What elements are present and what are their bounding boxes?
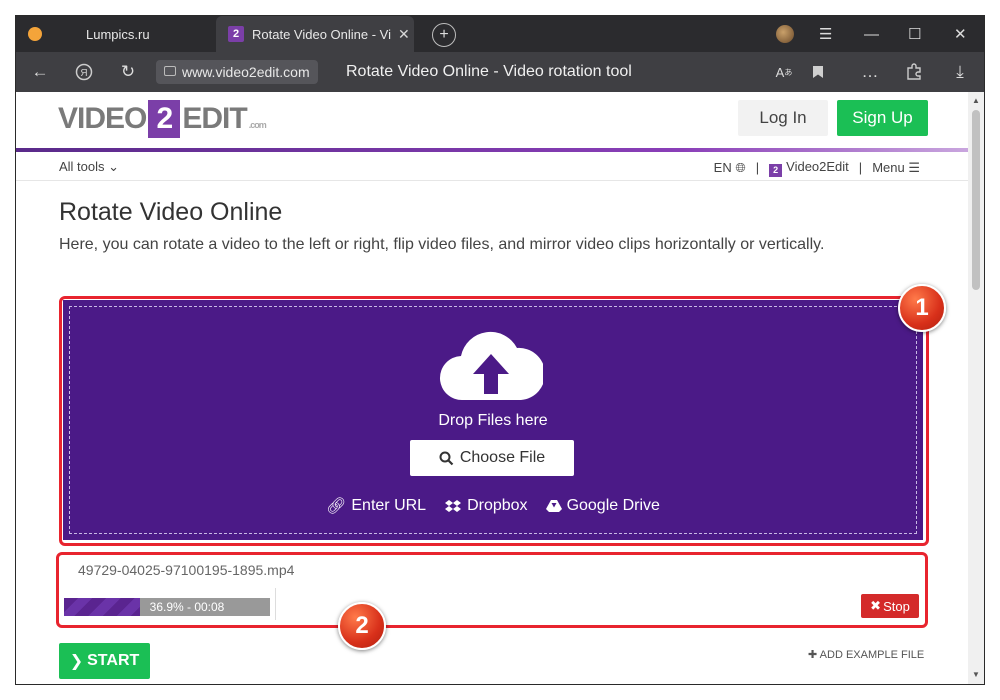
login-button[interactable]: Log In [738,100,828,136]
download-icon[interactable]: ⤓ [948,52,972,92]
cloud-upload-icon [440,331,543,401]
enter-url-link[interactable]: 🔗︎ Enter URL [326,496,426,516]
tab-label: Lumpics.ru [86,26,150,42]
more-icon[interactable]: … [858,52,882,92]
dropbox-link[interactable]: Dropbox [444,496,528,516]
page-scrollbar[interactable]: ▲ ▼ [968,92,984,684]
globe-icon: 🌐︎ [735,159,746,175]
video2edit-icon: 2 [769,163,783,177]
start-button[interactable]: ❯ START [59,643,150,679]
address-bar: ← Я ↻ www.video2edit.com Rotate Video On… [16,52,984,92]
sub-nav: All tools ⌄ EN 🌐︎ | 2 Video2Edit | Menu ☰ [16,152,968,181]
upload-progress-bar: 36.9% - 00:08 [64,598,270,616]
scroll-up-icon[interactable]: ▲ [972,96,980,105]
address-page-title: Rotate Video Online - Video rotation too… [346,63,632,80]
minimize-icon[interactable]: — [864,16,879,52]
drop-files-text: Drop Files here [438,412,548,429]
link-icon: 🔗︎ [326,498,347,515]
callout-badge-2: 2 [338,602,386,650]
page-title: Rotate Video Online [59,198,283,226]
stop-button[interactable]: ✖ Stop [861,594,919,618]
translate-icon[interactable]: Aあ [772,52,796,92]
yandex-icon[interactable]: Я [72,52,96,92]
divider: | [755,160,760,176]
menu-button[interactable]: Menu ☰ [872,160,920,176]
browser-window: Lumpics.ru 2 Rotate Video Online - Vi ✕ … [16,16,984,684]
tab-lumpics[interactable]: Lumpics.ru [16,16,216,52]
callout-badge-1: 1 [898,284,946,332]
url-text: www.video2edit.com [182,64,310,80]
site-logo[interactable]: VIDEO 2 EDIT .com [58,100,267,138]
google-drive-link[interactable]: Google Drive [545,496,660,516]
chevron-down-icon: ⌄ [108,159,120,174]
site-header: VIDEO 2 EDIT .com Log In Sign Up [16,92,968,150]
choose-file-button[interactable]: Choose File [410,440,574,476]
upload-dropzone[interactable]: Drop Files here Choose File 🔗︎ Enter URL … [63,300,923,540]
divider: | [858,160,863,176]
hamburger-icon: ☰ [908,159,920,175]
signup-button[interactable]: Sign Up [837,100,928,136]
bookmark-icon[interactable] [806,52,830,92]
page: VIDEO 2 EDIT .com Log In Sign Up All too… [16,92,968,684]
profile-avatar-icon[interactable] [776,25,794,43]
page-description: Here, you can rotate a video to the left… [59,236,825,253]
all-tools-dropdown[interactable]: All tools ⌄ [59,159,119,175]
new-tab-button[interactable]: + [432,23,456,47]
tab-video2edit[interactable]: 2 Rotate Video Online - Vi ✕ [216,16,414,52]
tab-bar: Lumpics.ru 2 Rotate Video Online - Vi ✕ … [16,16,984,52]
plus-icon: ✚ [808,649,818,661]
menu-icon[interactable]: ☰ [819,16,832,52]
search-icon [439,451,454,465]
brand-link[interactable]: 2 Video2Edit [769,159,849,177]
svg-text:Я: Я [80,68,87,79]
extensions-icon[interactable] [902,52,926,92]
reload-icon[interactable]: ↻ [116,52,140,92]
back-arrow-icon[interactable]: ← [28,52,52,92]
lock-icon [164,66,176,76]
close-icon: ✖ [870,598,882,613]
add-example-file-link[interactable]: ✚ ADD EXAMPLE FILE [808,648,924,661]
dropbox-icon [445,499,462,512]
scroll-down-icon[interactable]: ▼ [972,670,980,679]
sub-nav-right: EN 🌐︎ | 2 Video2Edit | Menu ☰ [714,159,920,177]
url-field[interactable]: www.video2edit.com [156,60,318,84]
maximize-icon[interactable]: ☐ [908,16,921,52]
google-drive-icon [545,500,562,512]
close-tab-icon[interactable]: ✕ [398,26,410,43]
tab-label: Rotate Video Online - Vi [252,26,391,42]
scrollbar-thumb[interactable] [972,110,980,290]
divider [275,588,276,620]
language-selector[interactable]: EN 🌐︎ [714,160,746,176]
close-window-icon[interactable]: ✕ [954,16,967,52]
lumpics-favicon-icon [28,27,42,41]
file-name: 49729-04025-97100195-1895.mp4 [78,562,295,578]
chevron-right-icon: ❯ [69,653,84,670]
progress-text: 36.9% - 00:08 [149,600,225,614]
upload-sources: 🔗︎ Enter URL Dropbox Google Drive [63,496,923,516]
video2edit-favicon-icon: 2 [228,26,244,42]
